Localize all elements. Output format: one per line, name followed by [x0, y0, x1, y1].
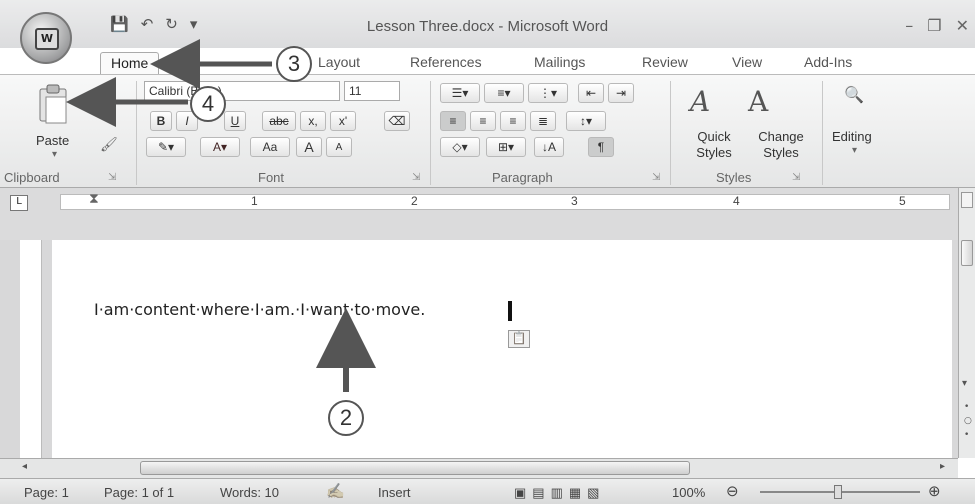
- annotation-arrows: [66, 39, 376, 392]
- callout-step-4: 4: [190, 86, 226, 122]
- callout-step-2: 2: [328, 400, 364, 436]
- callout-step-3: 3: [276, 46, 312, 82]
